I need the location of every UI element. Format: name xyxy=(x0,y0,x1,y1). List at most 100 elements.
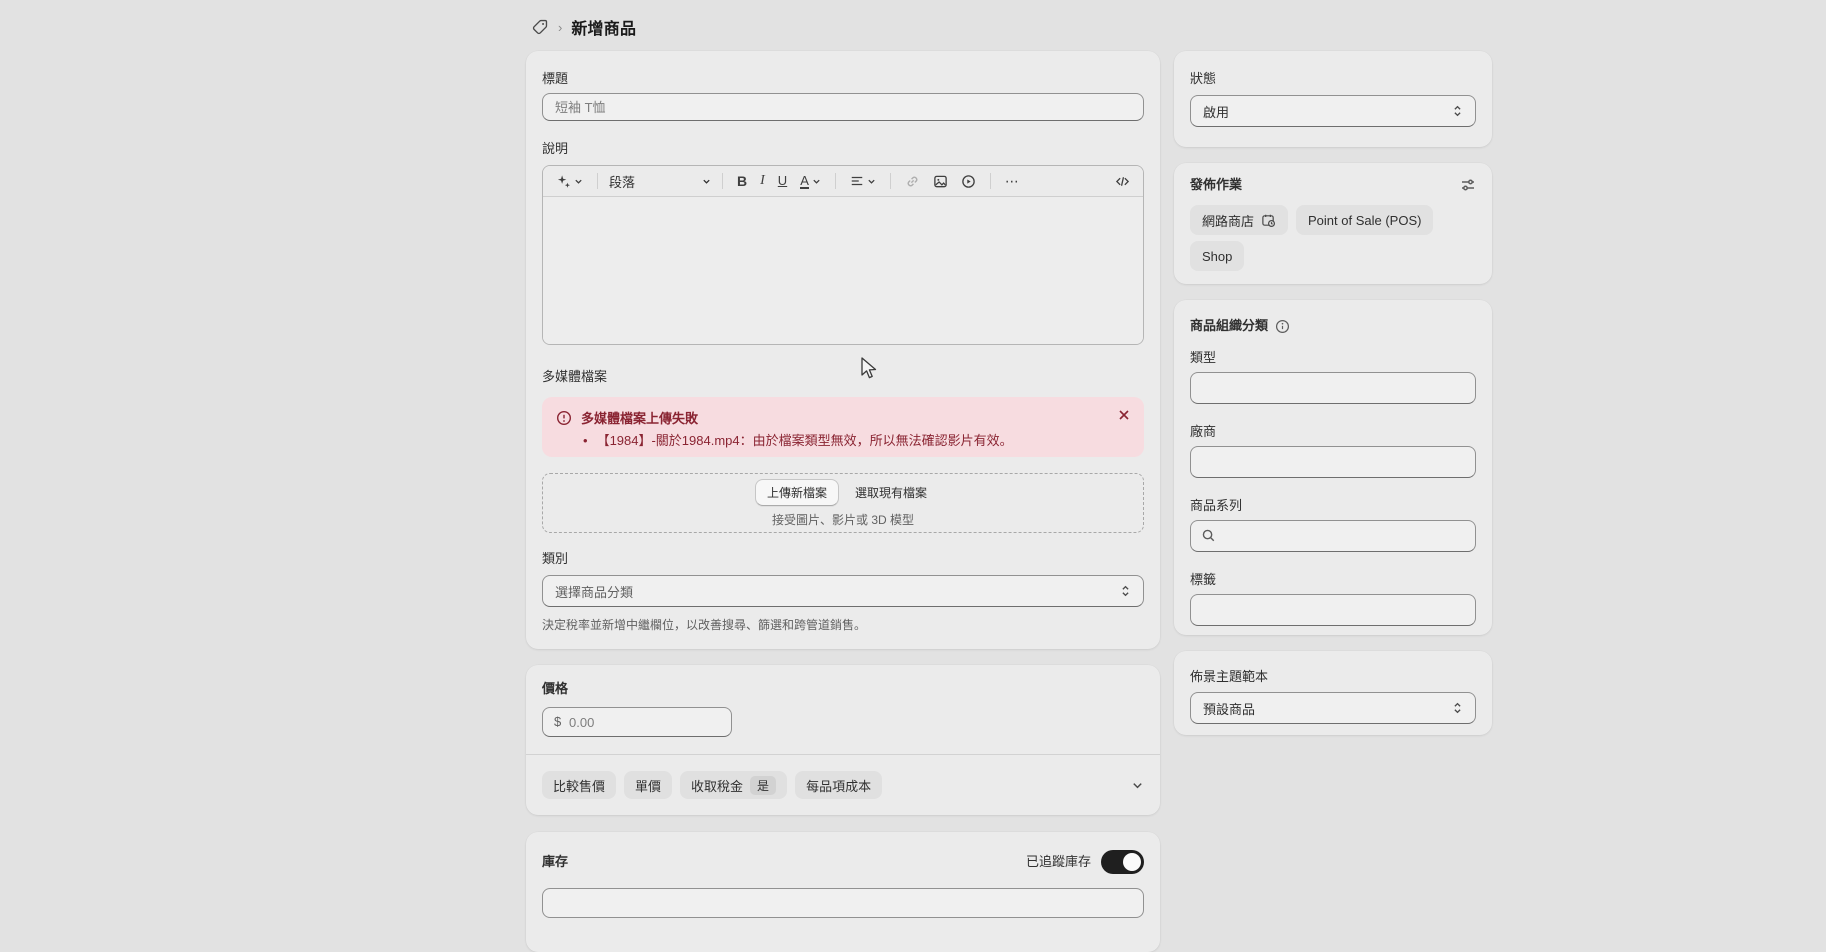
publishing-card: 發佈作業 網路商店 xyxy=(1174,163,1492,284)
track-inventory-toggle[interactable] xyxy=(1101,850,1144,874)
add-product-page: › 新增商品 標題 說明 xyxy=(0,0,1826,890)
main-column: 標題 說明 段落 xyxy=(526,51,1160,952)
channel-online-store-pill[interactable]: 網路商店 xyxy=(1190,205,1288,235)
product-organization-card: 商品組織分類 類型 廠商 商品系列 xyxy=(1174,300,1492,635)
code-view-button[interactable] xyxy=(1112,172,1133,191)
channel-pos-pill[interactable]: Point of Sale (POS) xyxy=(1296,205,1433,235)
status-select-value: 啟用 xyxy=(1203,102,1452,121)
ai-magic-button[interactable] xyxy=(553,172,586,191)
compare-at-price-pill[interactable]: 比較售價 xyxy=(542,771,616,799)
theme-template-card: 佈景主題範本 預設商品 xyxy=(1174,651,1492,735)
category-select-value: 選擇商品分類 xyxy=(555,582,1120,601)
paragraph-style-label: 段落 xyxy=(609,172,635,191)
pricing-title: 價格 xyxy=(542,681,1144,697)
text-color-button[interactable]: A xyxy=(797,172,824,191)
chevron-down-icon xyxy=(702,177,711,186)
description-label: 說明 xyxy=(542,141,1144,157)
category-label: 類別 xyxy=(542,551,1144,567)
inventory-quantity-input[interactable] xyxy=(542,888,1144,918)
channel-shop-pill[interactable]: Shop xyxy=(1190,241,1244,271)
breadcrumb: › 新增商品 xyxy=(531,14,636,40)
paragraph-style-dropdown[interactable]: 段落 xyxy=(609,172,711,191)
breadcrumb-separator: › xyxy=(558,20,562,35)
error-banner-title: 多媒體檔案上傳失敗 xyxy=(581,408,698,427)
toolbar-divider xyxy=(597,173,598,189)
media-dropzone[interactable]: 上傳新檔案 選取現有檔案 接受圖片、影片或 3D 模型 xyxy=(542,473,1144,533)
unit-price-pill[interactable]: 單價 xyxy=(624,771,672,799)
tags-input[interactable] xyxy=(1190,594,1476,626)
collections-label: 商品系列 xyxy=(1190,498,1476,514)
select-updown-icon xyxy=(1452,701,1463,715)
tags-label: 標籤 xyxy=(1190,572,1476,588)
track-inventory-label: 已追蹤庫存 xyxy=(1026,854,1091,870)
bullet-icon: • xyxy=(583,432,588,449)
chevron-down-icon xyxy=(812,177,821,186)
vendor-label: 廠商 xyxy=(1190,424,1476,440)
info-icon[interactable] xyxy=(1275,319,1290,334)
collections-search-input[interactable] xyxy=(1190,520,1476,552)
inventory-card: 庫存 已追蹤庫存 xyxy=(526,832,1160,952)
more-options-button[interactable]: ⋯ xyxy=(1002,171,1023,192)
bold-button[interactable]: B xyxy=(734,172,750,190)
text-color-glyph: A xyxy=(800,174,809,189)
channel-label: Point of Sale (POS) xyxy=(1308,213,1421,228)
alert-circle-icon xyxy=(556,410,572,426)
charge-tax-pill[interactable]: 收取稅金 是 xyxy=(680,771,787,799)
publishing-title: 發佈作業 xyxy=(1190,177,1242,193)
channel-label: 網路商店 xyxy=(1202,211,1254,230)
type-input[interactable] xyxy=(1190,372,1476,404)
channel-label: Shop xyxy=(1202,249,1232,264)
description-editor: 段落 B I U A xyxy=(542,165,1144,345)
select-updown-icon xyxy=(1452,104,1463,118)
description-textarea[interactable] xyxy=(543,197,1143,345)
vendor-input[interactable] xyxy=(1190,446,1476,478)
title-input[interactable] xyxy=(542,93,1144,121)
theme-template-value: 預設商品 xyxy=(1203,699,1452,718)
charge-tax-value-badge: 是 xyxy=(750,776,776,795)
underline-button[interactable]: U xyxy=(775,172,790,190)
insert-image-button[interactable] xyxy=(930,172,951,191)
toggle-knob xyxy=(1123,853,1141,871)
currency-prefix: $ xyxy=(554,714,561,729)
products-tag-icon[interactable] xyxy=(531,18,549,36)
toolbar-divider xyxy=(835,173,836,189)
charge-tax-label: 收取稅金 xyxy=(691,776,743,795)
schedule-calendar-icon xyxy=(1261,213,1276,228)
dropzone-hint: 接受圖片、影片或 3D 模型 xyxy=(772,511,914,528)
organization-title: 商品組織分類 xyxy=(1190,318,1268,334)
theme-template-select[interactable]: 預設商品 xyxy=(1190,692,1476,724)
status-card: 狀態 啟用 xyxy=(1174,51,1492,147)
link-icon xyxy=(902,172,923,191)
price-input[interactable] xyxy=(542,707,732,737)
category-select[interactable]: 選擇商品分類 xyxy=(542,575,1144,607)
theme-template-label: 佈景主題範本 xyxy=(1190,669,1476,685)
page-title: 新增商品 xyxy=(571,15,636,39)
chevron-down-icon xyxy=(867,177,876,186)
search-icon xyxy=(1201,528,1216,543)
status-label: 狀態 xyxy=(1190,71,1476,87)
adjustments-icon[interactable] xyxy=(1460,177,1476,193)
select-updown-icon xyxy=(1120,584,1131,598)
toolbar-divider xyxy=(890,173,891,189)
insert-video-button[interactable] xyxy=(958,172,979,191)
italic-button[interactable]: I xyxy=(757,172,768,190)
error-banner-detail: • 【1984】-關於1984.mp4：由於檔案類型無效，所以無法確認影片有效。 xyxy=(556,432,1130,449)
media-upload-error-banner: 多媒體檔案上傳失敗 • 【1984】-關於1984.mp4：由於檔案類型無效，所… xyxy=(542,397,1144,457)
error-detail-text: 【1984】-關於1984.mp4：由於檔案類型無效，所以無法確認影片有效。 xyxy=(597,432,1013,449)
media-label: 多媒體檔案 xyxy=(542,369,1144,385)
type-label: 類型 xyxy=(1190,350,1476,366)
close-icon[interactable] xyxy=(1116,407,1132,423)
select-existing-file-button[interactable]: 選取現有檔案 xyxy=(851,482,931,503)
pricing-card: 價格 $ 比較售價 單價 收取稅金 是 每品項成本 xyxy=(526,665,1160,815)
upload-new-file-button[interactable]: 上傳新檔案 xyxy=(755,479,839,506)
pricing-options-row: 比較售價 單價 收取稅金 是 每品項成本 xyxy=(526,755,1160,799)
title-label: 標題 xyxy=(542,71,1144,87)
chevron-down-icon[interactable] xyxy=(1131,779,1144,792)
status-select[interactable]: 啟用 xyxy=(1190,95,1476,127)
product-details-card: 標題 說明 段落 xyxy=(526,51,1160,649)
cost-per-item-pill[interactable]: 每品項成本 xyxy=(795,771,882,799)
category-help-text: 決定稅率並新增中繼欄位，以改善搜尋、篩選和跨管道銷售。 xyxy=(542,617,1144,633)
editor-toolbar: 段落 B I U A xyxy=(543,166,1143,197)
inventory-title: 庫存 xyxy=(542,854,568,870)
alignment-button[interactable] xyxy=(847,172,879,190)
